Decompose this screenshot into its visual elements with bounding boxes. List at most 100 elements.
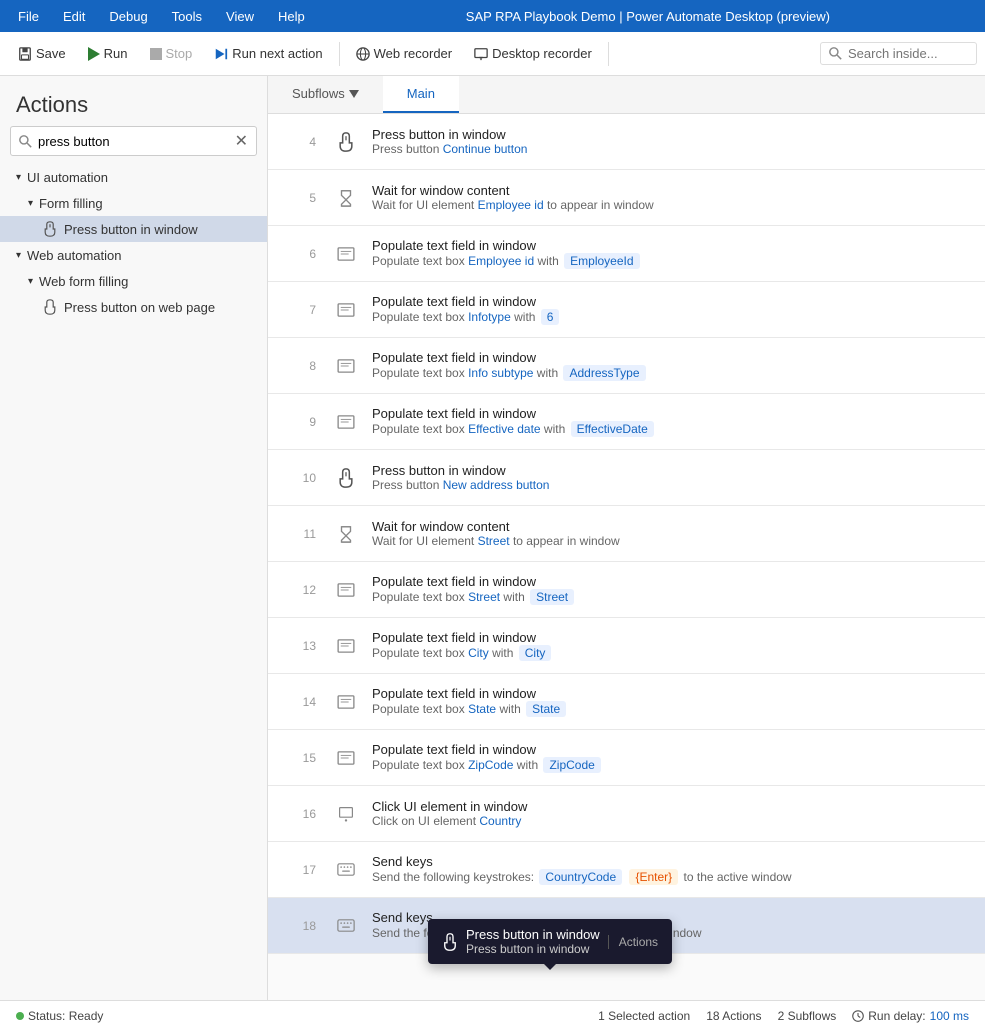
flow-row[interactable]: 4 Press button in window Press button Co… [268, 114, 985, 170]
status-dot-icon [16, 1012, 24, 1020]
flow-row[interactable]: 14 Populate text field in window Populat… [268, 674, 985, 730]
tab-subflows[interactable]: Subflows [268, 76, 383, 113]
stop-button[interactable]: Stop [140, 42, 203, 65]
sidebar-section-ui-automation[interactable]: ▾ UI automation [0, 164, 267, 191]
flow-row[interactable]: 17 Send keys Send the following keystrok… [268, 842, 985, 898]
main-layout: Actions ✕ ▾ UI automation ▾ Form filling… [0, 76, 985, 1000]
row-desc: Wait for UI element Street to appear in … [372, 534, 973, 548]
click-icon [332, 806, 360, 822]
web-recorder-button[interactable]: Web recorder [346, 42, 463, 65]
chevron-down-icon [349, 90, 359, 98]
sidebar-item-press-button-in-window[interactable]: Press button in window [0, 216, 267, 242]
save-button[interactable]: Save [8, 42, 76, 65]
textbox-icon [337, 303, 355, 317]
sidebar-search-input[interactable] [38, 134, 235, 149]
sidebar-subsection-form-filling[interactable]: ▾ Form filling [0, 191, 267, 216]
toolbar: Save Run Stop Run next action Web record… [0, 32, 985, 76]
search-box-toolbar[interactable] [820, 42, 977, 65]
menu-edit[interactable]: Edit [53, 5, 95, 28]
row-title: Populate text field in window [372, 630, 973, 645]
sidebar-section-label: Web automation [27, 248, 121, 263]
tooltip-title: Press button in window [466, 927, 600, 942]
row-desc: Press button Continue button [372, 142, 973, 156]
menu-file[interactable]: File [8, 5, 49, 28]
row-title: Click UI element in window [372, 799, 973, 814]
sidebar-search-icon [19, 135, 32, 148]
row-title: Populate text field in window [372, 350, 973, 365]
textbox-icon [337, 639, 355, 653]
sidebar: Actions ✕ ▾ UI automation ▾ Form filling… [0, 76, 268, 1000]
status-subflows: 2 Subflows [778, 1009, 837, 1023]
flow-row[interactable]: 12 Populate text field in window Populat… [268, 562, 985, 618]
search-toolbar-input[interactable] [848, 46, 968, 61]
row-number: 11 [280, 527, 316, 541]
content-area: Subflows Main 4 Press button in window P… [268, 76, 985, 1000]
row-title: Press button in window [372, 463, 973, 478]
menu-help[interactable]: Help [268, 5, 315, 28]
chevron-down-icon: ▾ [16, 250, 21, 261]
flow-row[interactable]: 11 Wait for window content Wait for UI e… [268, 506, 985, 562]
row-title: Populate text field in window [372, 238, 973, 253]
row-content: Populate text field in window Populate t… [372, 574, 973, 605]
press-button-icon [42, 221, 58, 237]
flow-row[interactable]: 7 Populate text field in window Populate… [268, 282, 985, 338]
row-content: Populate text field in window Populate t… [372, 294, 973, 325]
menu-tools[interactable]: Tools [162, 5, 212, 28]
row-content: Populate text field in window Populate t… [372, 686, 973, 717]
flow-row[interactable]: 9 Populate text field in window Populate… [268, 394, 985, 450]
row-desc: Populate text box State with State [372, 701, 973, 717]
flow-row[interactable]: 5 Wait for window content Wait for UI el… [268, 170, 985, 226]
sidebar-item-press-button-on-web[interactable]: Press button on web page [0, 294, 267, 320]
textbox-icon [332, 751, 360, 765]
textbox-icon [337, 359, 355, 373]
keyboard-icon [337, 863, 355, 876]
toolbar-separator-1 [339, 42, 340, 66]
sidebar-section-web-automation[interactable]: ▾ Web automation [0, 242, 267, 269]
run-button[interactable]: Run [78, 42, 138, 65]
toolbar-separator-2 [608, 42, 609, 66]
flow-row[interactable]: 13 Populate text field in window Populat… [268, 618, 985, 674]
row-title: Wait for window content [372, 519, 973, 534]
chevron-down-icon: ▾ [28, 276, 33, 287]
tab-main[interactable]: Main [383, 76, 459, 113]
status-bar: Status: Ready 1 Selected action 18 Actio… [0, 1000, 985, 1030]
sidebar-search-box[interactable]: ✕ [10, 126, 257, 156]
row-number: 17 [280, 863, 316, 877]
sidebar-item-label: Press button on web page [64, 300, 215, 315]
save-icon [18, 47, 32, 61]
flow-row[interactable]: 10 Press button in window Press button N… [268, 450, 985, 506]
row-content: Wait for window content Wait for UI elem… [372, 183, 973, 212]
row-desc: Populate text box Employee id with Emplo… [372, 253, 973, 269]
desktop-recorder-button[interactable]: Desktop recorder [464, 42, 602, 65]
row-title: Press button in window [372, 127, 973, 142]
flow-area[interactable]: 4 Press button in window Press button Co… [268, 114, 985, 1000]
row-number: 18 [280, 919, 316, 933]
menu-view[interactable]: View [216, 5, 264, 28]
flow-row[interactable]: 16 Click UI element in window Click on U… [268, 786, 985, 842]
textbox-icon [332, 415, 360, 429]
row-number: 7 [280, 303, 316, 317]
textbox-icon [332, 359, 360, 373]
row-desc: Click on UI element Country [372, 814, 973, 828]
keyboard-icon [332, 863, 360, 876]
flow-row[interactable]: 6 Populate text field in window Populate… [268, 226, 985, 282]
textbox-icon [332, 639, 360, 653]
sidebar-subsection-web-form-filling[interactable]: ▾ Web form filling [0, 269, 267, 294]
menu-bar: File Edit Debug Tools View Help SAP RPA … [0, 0, 985, 32]
status-selected: 1 Selected action [598, 1009, 690, 1023]
subflows-count-text: 2 Subflows [778, 1009, 837, 1023]
run-delay-value[interactable]: 100 ms [930, 1009, 969, 1023]
press-icon [332, 468, 360, 488]
row-title: Wait for window content [372, 183, 973, 198]
selected-actions-text: 1 Selected action [598, 1009, 690, 1023]
row-content: Press button in window Press button New … [372, 463, 973, 492]
textbox-icon [337, 247, 355, 261]
run-next-button[interactable]: Run next action [204, 42, 332, 65]
menu-debug[interactable]: Debug [99, 5, 157, 28]
flow-row[interactable]: 8 Populate text field in window Populate… [268, 338, 985, 394]
row-number: 8 [280, 359, 316, 373]
clear-search-icon[interactable]: ✕ [235, 131, 248, 151]
row-number: 5 [280, 191, 316, 205]
flow-row[interactable]: 15 Populate text field in window Populat… [268, 730, 985, 786]
row-content: Populate text field in window Populate t… [372, 350, 973, 381]
